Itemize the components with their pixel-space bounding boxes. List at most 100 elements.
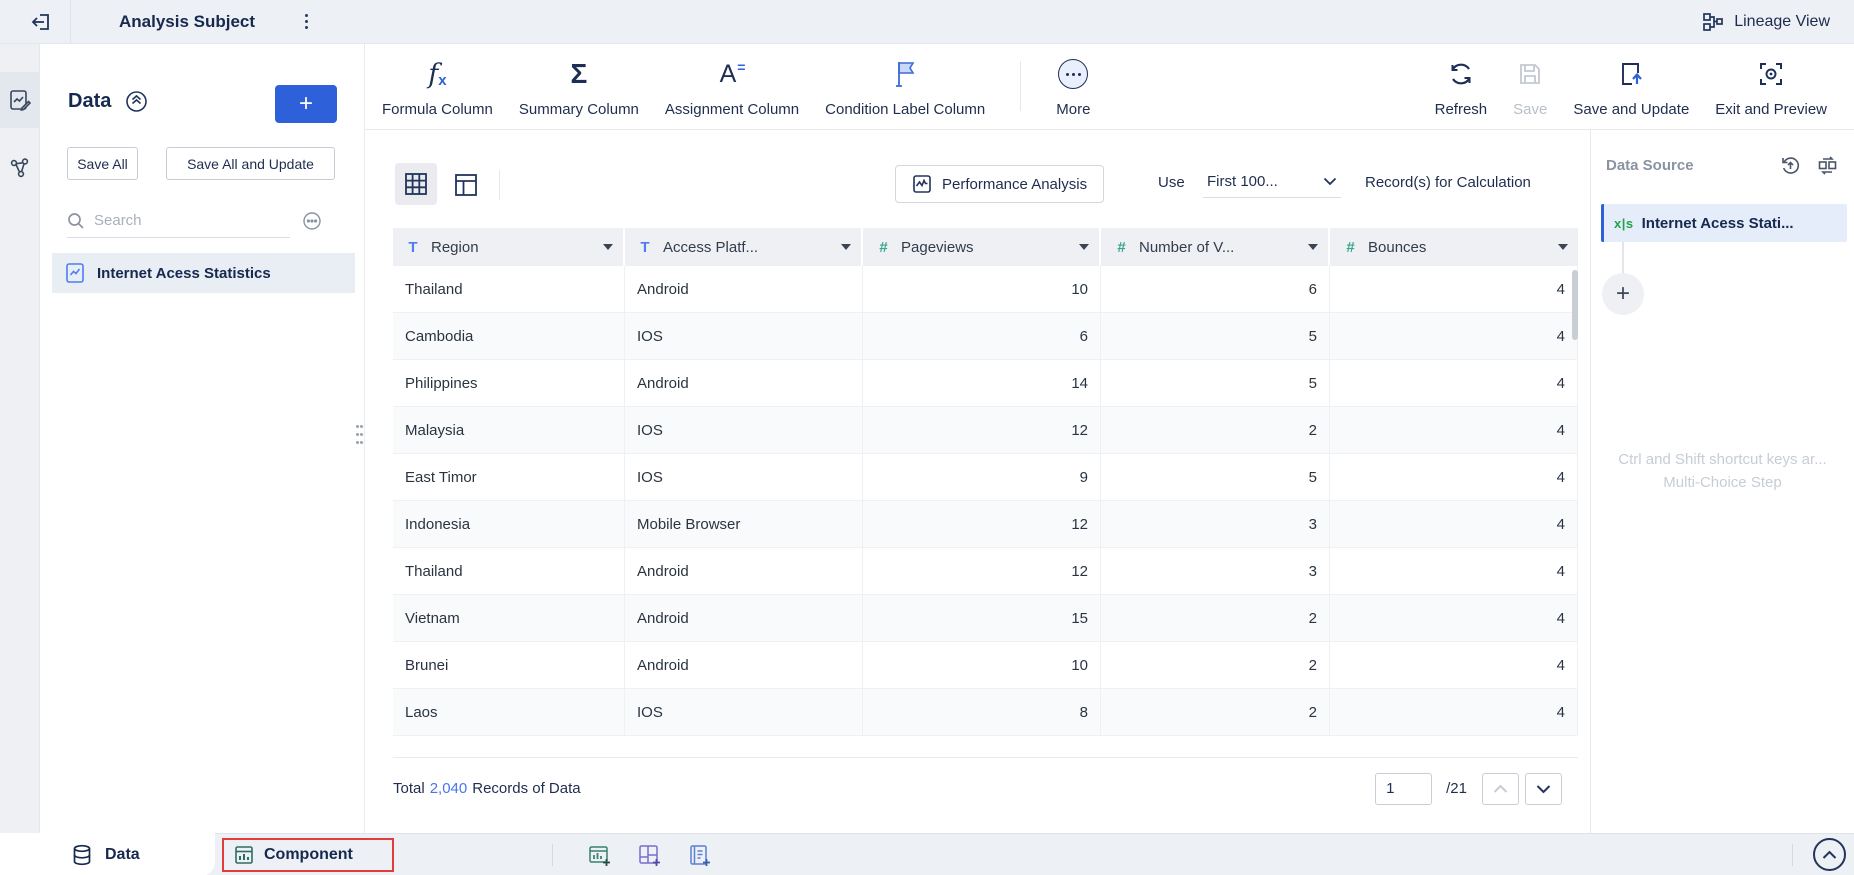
column-dropdown-icon[interactable] — [1558, 244, 1568, 250]
search-options-icon[interactable] — [302, 211, 322, 231]
data-source-step-internet-access[interactable]: x|s Internet Acess Stati... — [1601, 204, 1847, 242]
rail-analysis-board-icon[interactable] — [0, 72, 40, 128]
table-row: Laos IOS 8 2 4 — [393, 689, 1578, 736]
summary-column-button[interactable]: Σ Summary Column — [506, 53, 652, 121]
formula-column-button[interactable]: fx Formula Column — [369, 53, 506, 121]
dataset-item-label: Internet Acess Statistics — [97, 264, 271, 282]
add-chart-component-icon[interactable] — [586, 842, 614, 870]
save-all-and-update-button[interactable]: Save All and Update — [166, 147, 335, 180]
refresh-label: Refresh — [1434, 101, 1488, 118]
performance-analysis-button[interactable]: Performance Analysis — [895, 165, 1105, 203]
table-row: Thailand Android 12 3 4 — [393, 548, 1578, 595]
collapse-panel-icon[interactable] — [125, 90, 148, 113]
text-type-icon: T — [640, 238, 650, 256]
more-label: More — [1056, 101, 1091, 118]
table-cell: 6 — [863, 313, 1101, 360]
search-input[interactable] — [94, 212, 293, 229]
update-history-icon[interactable] — [1780, 155, 1801, 176]
table-vertical-scrollbar[interactable] — [1572, 270, 1578, 340]
add-report-icon[interactable] — [686, 842, 714, 870]
chevron-down-icon — [1323, 177, 1337, 186]
table-cell: 2 — [1101, 689, 1330, 736]
lineage-view-button[interactable]: Lineage View — [1702, 12, 1854, 32]
table-cell: Android — [625, 595, 863, 642]
table-cell: 14 — [863, 360, 1101, 407]
next-page-button[interactable] — [1525, 772, 1562, 805]
add-dataset-button[interactable]: + — [275, 85, 337, 123]
assignment-icon: A = — [719, 59, 746, 88]
add-step-button[interactable]: + — [1602, 273, 1644, 315]
table-cell: 10 — [863, 266, 1101, 313]
table-cell: 15 — [863, 595, 1101, 642]
table-cell: Thailand — [393, 266, 625, 313]
rail-relationship-icon[interactable] — [0, 146, 40, 190]
table-row: Indonesia Mobile Browser 12 3 4 — [393, 501, 1578, 548]
table-cell: IOS — [625, 313, 863, 360]
page-number-input[interactable] — [1375, 772, 1433, 805]
table-cell: IOS — [625, 454, 863, 501]
column-header-number-of-v[interactable]: # Number of V... — [1101, 228, 1330, 266]
switch-source-icon[interactable] — [1817, 155, 1838, 176]
column-dropdown-icon[interactable] — [1079, 244, 1089, 250]
table-cell: 4 — [1330, 642, 1578, 689]
assignment-column-button[interactable]: A = Assignment Column — [652, 53, 812, 121]
number-type-icon: # — [1117, 238, 1125, 256]
search-icon — [67, 212, 85, 230]
column-label: Number of V... — [1139, 238, 1235, 256]
pagination: /21 — [1375, 772, 1562, 805]
column-dropdown-icon[interactable] — [603, 244, 613, 250]
column-dropdown-icon[interactable] — [841, 244, 851, 250]
tab-data[interactable]: Data — [0, 833, 215, 875]
column-header-pageviews[interactable]: # Pageviews — [863, 228, 1101, 266]
flag-icon — [892, 55, 918, 93]
total-prefix: Total — [393, 780, 425, 797]
table-cell: East Timor — [393, 454, 625, 501]
save-button[interactable]: Save — [1500, 53, 1560, 121]
column-dropdown-icon[interactable] — [1308, 244, 1318, 250]
table-cell: Philippines — [393, 360, 625, 407]
table-row: Philippines Android 14 5 4 — [393, 360, 1578, 407]
save-and-update-label: Save and Update — [1573, 101, 1690, 118]
grid-view-toggle[interactable] — [395, 163, 437, 205]
preview-eye-icon — [1757, 55, 1785, 93]
table-cell: Android — [625, 642, 863, 689]
table-cell: 3 — [1101, 548, 1330, 595]
component-chart-icon — [234, 845, 254, 865]
column-header-region[interactable]: T Region — [393, 228, 625, 266]
back-exit-icon[interactable] — [30, 10, 54, 34]
formula-column-label: Formula Column — [382, 101, 493, 118]
add-dashboard-icon[interactable] — [636, 842, 664, 870]
record-sample-value: First 100... — [1207, 173, 1278, 190]
column-header-bounces[interactable]: # Bounces — [1330, 228, 1578, 266]
table-cell: 2 — [1101, 595, 1330, 642]
table-cell: IOS — [625, 689, 863, 736]
dataset-item-internet-access-statistics[interactable]: Internet Acess Statistics — [52, 253, 355, 293]
xls-file-icon: x|s — [1614, 215, 1634, 231]
table-cell: Android — [625, 266, 863, 313]
layout-view-toggle[interactable] — [451, 170, 481, 200]
tab-component[interactable]: Component — [222, 838, 394, 872]
dataset-search-field — [67, 204, 321, 238]
column-header-access-platf[interactable]: T Access Platf... — [625, 228, 863, 266]
refresh-button[interactable]: Refresh — [1422, 53, 1501, 121]
performance-chart-icon — [912, 174, 932, 194]
page-total-label: /21 — [1446, 780, 1467, 797]
collapse-bottom-panel-button[interactable] — [1813, 838, 1846, 871]
records-for-calculation-label: Record(s) for Calculation — [1365, 174, 1531, 191]
save-and-update-button[interactable]: Save and Update — [1560, 53, 1702, 121]
table-row: Vietnam Android 15 2 4 — [393, 595, 1578, 642]
more-button[interactable]: More — [1043, 53, 1103, 121]
table-cell: 4 — [1330, 266, 1578, 313]
previous-page-button[interactable] — [1482, 772, 1519, 805]
refresh-icon — [1447, 55, 1475, 93]
exit-and-preview-button[interactable]: Exit and Preview — [1702, 53, 1840, 121]
text-type-icon: T — [408, 238, 418, 256]
title-kebab-menu-icon[interactable] — [297, 12, 315, 32]
table-row: Thailand Android 10 6 4 — [393, 266, 1578, 313]
toolbar-divider — [1020, 61, 1022, 111]
condition-label-column-button[interactable]: Condition Label Column — [812, 53, 998, 121]
total-records-count[interactable]: 2,040 — [430, 780, 468, 797]
record-sample-dropdown[interactable]: First 100... — [1203, 166, 1341, 198]
tab-component-label: Component — [264, 846, 353, 863]
save-all-button[interactable]: Save All — [67, 147, 138, 180]
